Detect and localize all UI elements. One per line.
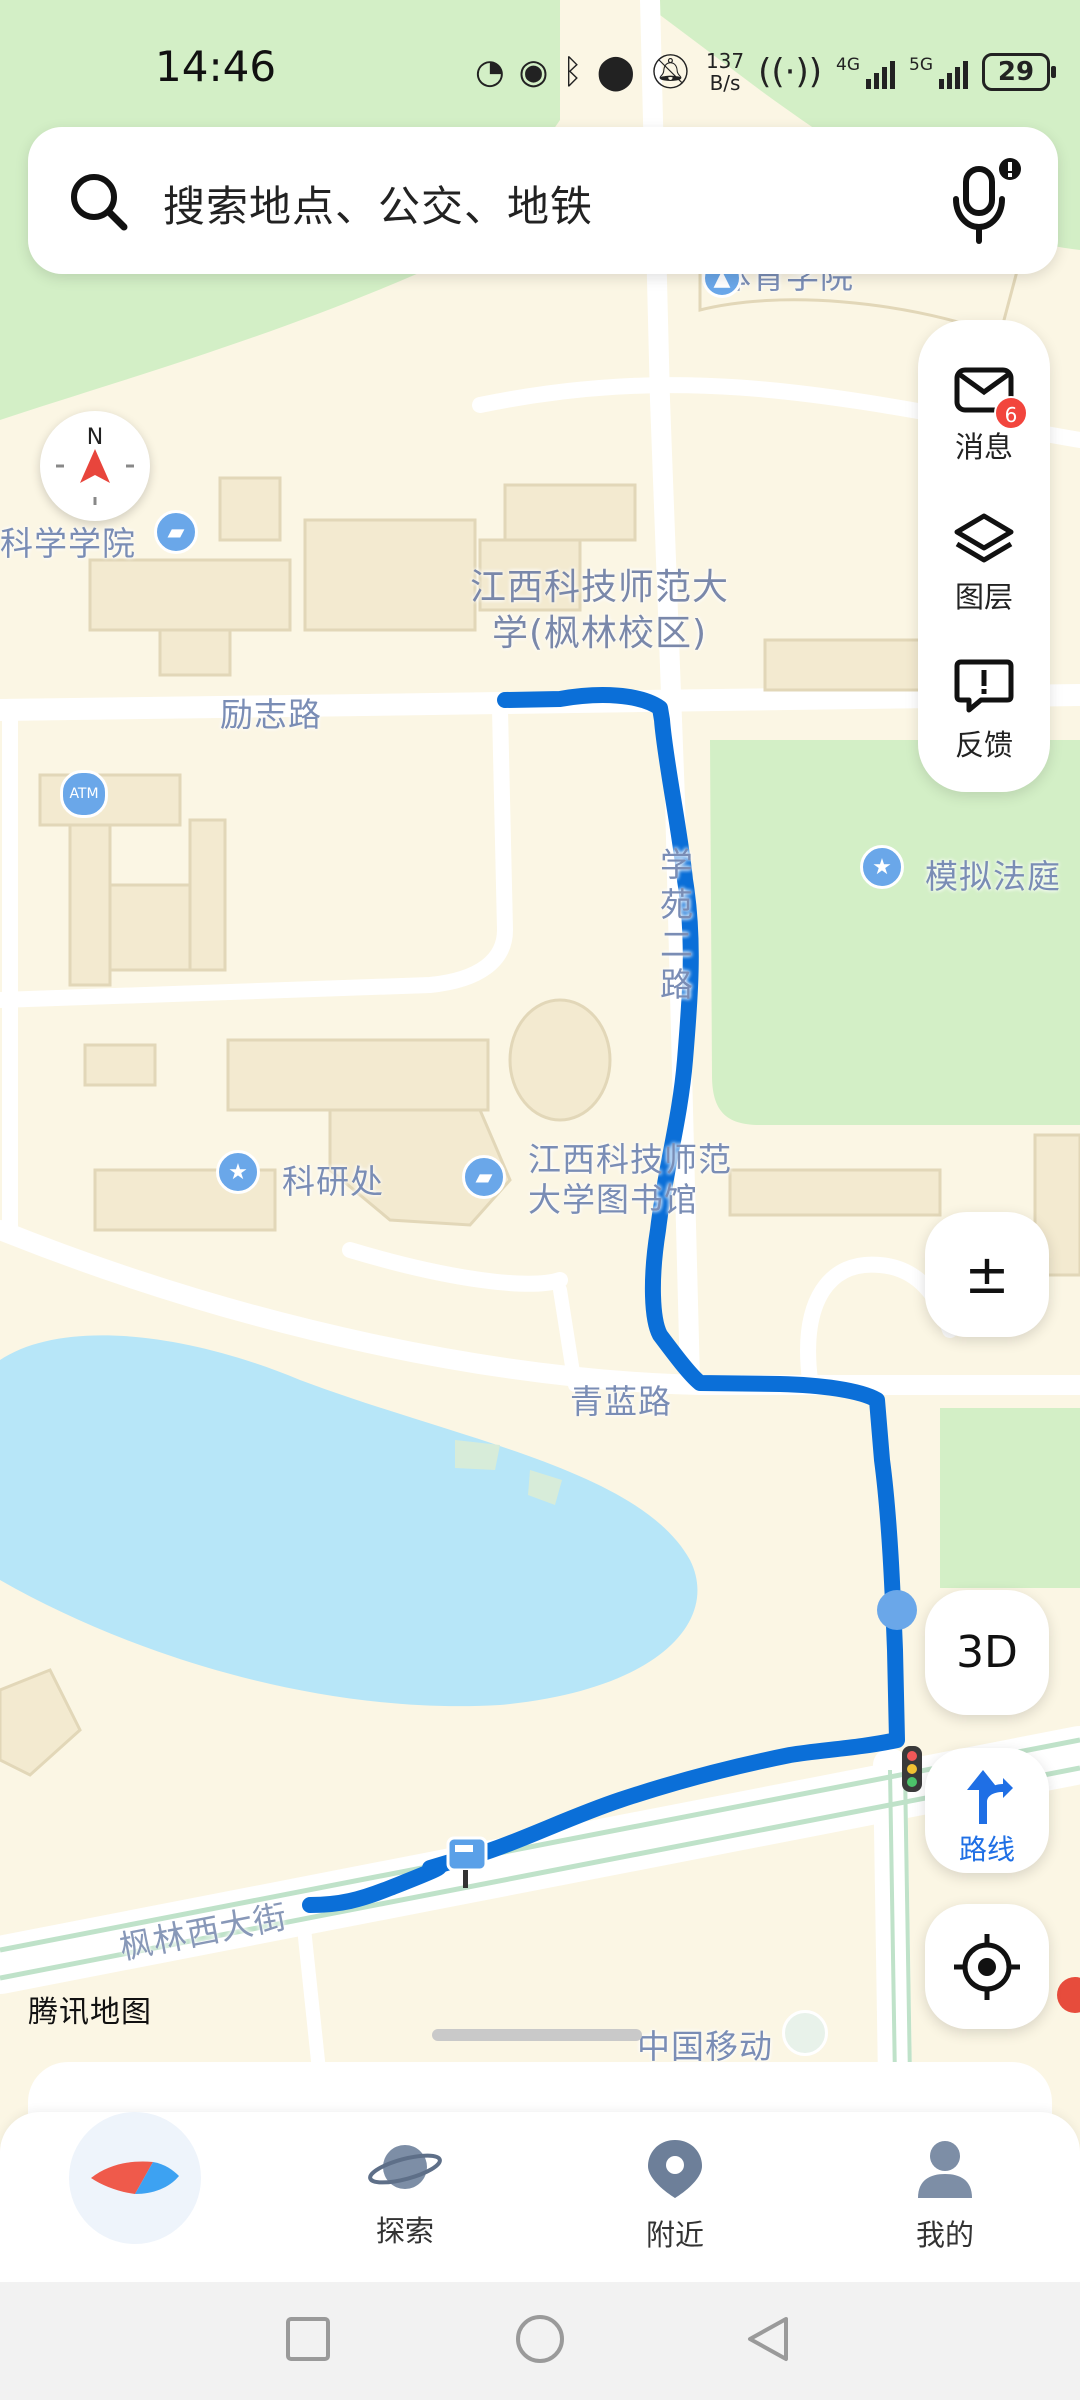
- nav-home-tab[interactable]: [69, 2112, 201, 2244]
- map-label-china-mobile[interactable]: 中国移动: [637, 2020, 773, 2068]
- book-icon[interactable]: ▰: [154, 510, 198, 554]
- compass-north-label: N: [87, 425, 103, 450]
- system-nav-bar: [0, 2282, 1080, 2400]
- zoom-button[interactable]: ±: [925, 1212, 1049, 1337]
- data-saver-icon: ◔: [474, 52, 505, 92]
- net-speed-unit: B/s: [709, 71, 741, 95]
- mute-bell-icon: 🔕︎: [648, 52, 692, 92]
- my-location-button[interactable]: [925, 1904, 1049, 2029]
- compass-icon: N: [56, 425, 134, 505]
- china-mobile-icon[interactable]: [782, 2010, 828, 2056]
- layers-label: 图层: [954, 580, 1013, 614]
- traffic-light-icon: [902, 1746, 922, 1792]
- sheet-drag-handle[interactable]: [432, 2029, 642, 2041]
- layers-icon: [954, 513, 1014, 563]
- map-label-campus[interactable]: 江西科技师范大 学(枫林校区): [470, 565, 729, 657]
- status-time: 14:46: [155, 42, 277, 91]
- map-provider-logo: 腾讯地图: [28, 1995, 152, 2030]
- compass-button[interactable]: N: [40, 411, 150, 521]
- map-label-research-office[interactable]: 科研处: [282, 1155, 384, 1203]
- search-icon: [71, 174, 128, 231]
- nav-explore-tab[interactable]: 探索: [325, 2136, 485, 2250]
- book-icon[interactable]: ▰: [462, 1155, 506, 1199]
- route-arrow-icon: [967, 1770, 1013, 1824]
- search-bar[interactable]: 搜索地点、公交、地铁: [28, 127, 1058, 274]
- hotspot-icon: ((·)): [758, 52, 822, 92]
- feedback-icon: [954, 659, 1014, 713]
- 3d-toggle-button[interactable]: 3D: [925, 1590, 1049, 1715]
- map-label-mock-court[interactable]: 模拟法庭: [925, 850, 1061, 898]
- net-speed-value: 137: [705, 49, 745, 73]
- map-label-xueyuan-road: 学 苑 二 路: [660, 845, 694, 1004]
- net-speed: 137 B/s: [706, 50, 744, 94]
- eye-icon: ◉: [518, 52, 549, 92]
- nav-explore-label: 探索: [375, 2214, 434, 2248]
- nav-nearby-label: 附近: [645, 2218, 704, 2252]
- map-label-academy[interactable]: 科学学院: [0, 517, 136, 565]
- layers-button[interactable]: 图层: [918, 512, 1050, 616]
- route-button[interactable]: 路线: [925, 1748, 1049, 1873]
- messages-button[interactable]: 消息 6: [918, 364, 1050, 466]
- messages-badge: 6: [994, 396, 1028, 430]
- tencent-map-logo-icon: [91, 2161, 179, 2194]
- location-icon: ⬤: [596, 52, 635, 92]
- poi-marker[interactable]: [877, 1590, 917, 1630]
- battery-indicator: 29: [982, 53, 1056, 91]
- bottom-nav: 探索 附近 我的: [0, 2112, 1080, 2282]
- map-label-lizhi-road: 励志路: [220, 695, 322, 734]
- star-icon[interactable]: ★: [216, 1150, 260, 1194]
- park-area: [940, 1408, 1080, 1588]
- messages-label: 消息: [954, 430, 1013, 464]
- map-label-library[interactable]: 江西科技师范 大学图书馆: [528, 1140, 732, 1220]
- feedback-label: 反馈: [954, 728, 1013, 762]
- nav-profile-tab[interactable]: 我的: [865, 2136, 1025, 2254]
- signal-4g-icon: 4G: [836, 55, 895, 89]
- home-icon[interactable]: [516, 2315, 564, 2363]
- signal-5g-icon: 5G: [909, 55, 968, 89]
- feedback-button[interactable]: 反馈: [918, 658, 1050, 764]
- map-tools-panel: 消息 6 图层 反馈: [918, 320, 1050, 792]
- star-icon[interactable]: ★: [860, 845, 904, 889]
- user-icon: [918, 2141, 972, 2198]
- nav-profile-label: 我的: [915, 2218, 974, 2252]
- planet-icon: [368, 2145, 442, 2189]
- back-icon[interactable]: [748, 2317, 788, 2361]
- nav-nearby-tab[interactable]: 附近: [595, 2136, 755, 2254]
- bluetooth-icon: ᛒ: [562, 52, 583, 92]
- microphone-icon[interactable]: [948, 155, 1028, 247]
- route-label: 路线: [958, 1833, 1015, 1866]
- zoom-icon: ±: [964, 1243, 1010, 1306]
- park-area: [710, 740, 1080, 1125]
- network-type-1: 4G: [836, 55, 860, 75]
- crosshair-icon: [954, 1934, 1020, 2000]
- network-type-2: 5G: [909, 55, 933, 75]
- location-pin-icon: [648, 2140, 702, 2198]
- map-label-qinglan-road: 青蓝路: [570, 1382, 672, 1421]
- atm-icon[interactable]: ATM: [60, 770, 108, 818]
- recent-apps-icon[interactable]: [286, 2317, 330, 2361]
- search-input[interactable]: 搜索地点、公交、地铁: [163, 173, 593, 234]
- status-bar: 14:46 ◔ ◉ ᛒ ⬤ 🔕︎ 137 B/s ((·)) 4G 5G 29: [0, 0, 1080, 120]
